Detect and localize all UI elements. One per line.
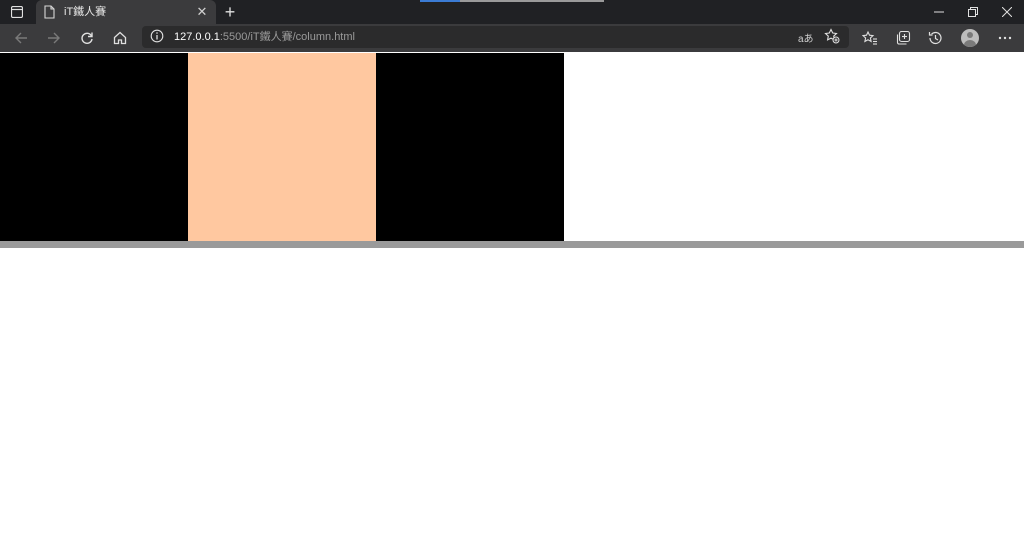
url-path: :5500/iT鐵人賽/column.html: [219, 31, 355, 43]
more-menu-icon: [998, 36, 1012, 40]
url-text: 127.0.0.1:5500/iT鐵人賽/column.html: [174, 30, 355, 44]
restore-icon: [968, 7, 978, 17]
more-menu-button[interactable]: [992, 26, 1018, 50]
favorites-icon: [862, 30, 877, 45]
column-row: [0, 53, 564, 241]
column-2: [188, 53, 376, 241]
forward-arrow-icon: [48, 32, 60, 44]
refresh-button[interactable]: [74, 26, 100, 50]
address-bar[interactable]: 127.0.0.1:5500/iT鐵人賽/column.html aあ: [142, 26, 849, 48]
favorites-button[interactable]: [857, 26, 883, 50]
collections-button[interactable]: [890, 26, 916, 50]
tab-active[interactable]: iT鐵人賽 ✕: [36, 0, 216, 24]
window-controls: [922, 0, 1024, 24]
restore-button[interactable]: [956, 0, 990, 24]
history-icon: [928, 31, 942, 45]
loading-indicator: [420, 0, 604, 2]
minimize-button[interactable]: [922, 0, 956, 24]
home-button[interactable]: [107, 26, 133, 50]
new-tab-button[interactable]: +: [220, 2, 240, 22]
tab-title: iT鐵人賽: [64, 6, 107, 18]
column-3: [376, 53, 564, 241]
page-viewport: [0, 53, 1024, 545]
url-host: 127.0.0.1: [174, 31, 220, 43]
info-icon[interactable]: [150, 29, 164, 43]
profile-button[interactable]: [957, 26, 983, 50]
tab-actions-button[interactable]: [0, 0, 34, 24]
history-button[interactable]: [922, 26, 948, 50]
tab-close-button[interactable]: ✕: [194, 4, 210, 20]
column-1: [0, 53, 188, 241]
forward-button[interactable]: [41, 26, 67, 50]
home-icon: [113, 31, 127, 45]
tab-actions-icon: [11, 6, 23, 18]
collections-icon: [896, 30, 911, 45]
back-button[interactable]: [8, 26, 34, 50]
browser-toolbar: 127.0.0.1:5500/iT鐵人賽/column.html aあ: [0, 24, 1024, 77]
close-window-button[interactable]: [990, 0, 1024, 24]
refresh-icon: [81, 32, 93, 44]
avatar: [961, 29, 979, 47]
page-icon: [44, 5, 55, 19]
read-aloud-button[interactable]: aあ: [798, 30, 814, 45]
close-icon: [1002, 7, 1012, 17]
row-bottom-border: [0, 241, 1024, 248]
star-plus-icon[interactable]: [824, 28, 840, 44]
tab-strip: iT鐵人賽 ✕ +: [0, 0, 1024, 24]
back-arrow-icon: [15, 32, 27, 44]
minimize-icon: [934, 11, 944, 13]
